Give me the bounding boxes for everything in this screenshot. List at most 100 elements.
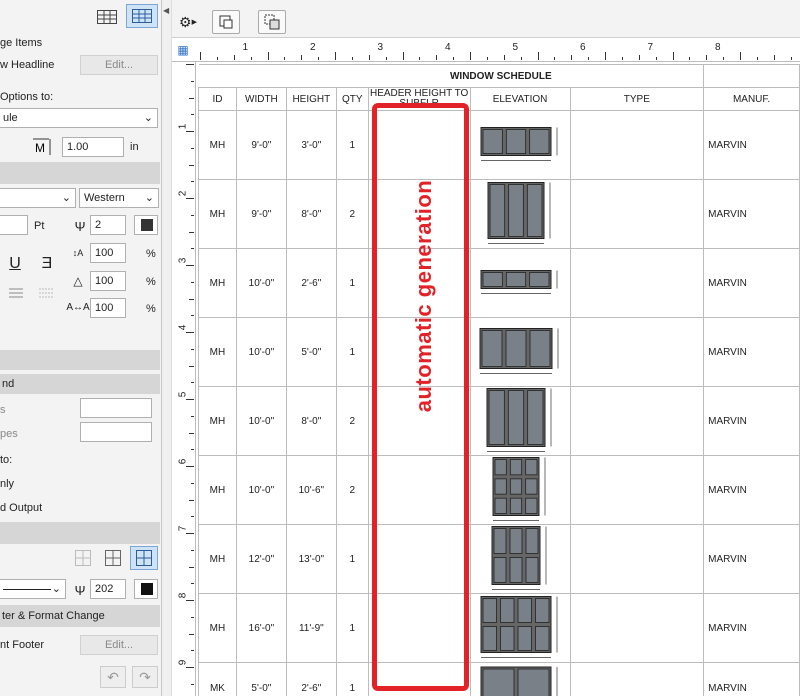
table-view-icon[interactable] [126, 4, 158, 28]
table-row[interactable]: MH 16'-0" 11'-9" 1- MARVIN [198, 593, 800, 663]
col-header-width[interactable]: WIDTH [235, 87, 287, 111]
pct-unit-1: % [146, 248, 156, 260]
cell-qty: 2 [335, 179, 369, 249]
undo-icon[interactable]: ↶ [100, 666, 126, 688]
headline-label: w Headline [0, 59, 55, 71]
cell-type [569, 110, 705, 180]
ruler-tick [301, 55, 303, 60]
window-elevation-drawing [492, 457, 546, 521]
table-row[interactable]: MH 10'-0" 8'-0" 2- MARVIN [198, 386, 800, 456]
zoom-fit-icon [264, 14, 280, 30]
cell-type [569, 179, 705, 249]
svg-text:M: M [35, 141, 45, 155]
background-section-header[interactable]: nd [0, 374, 160, 394]
ruler-tick [402, 52, 404, 60]
align-justify-icon[interactable] [6, 284, 26, 302]
zoom-fit-button[interactable] [258, 10, 286, 34]
char-width-icon: ↕A [72, 248, 84, 258]
types-label: pes [0, 428, 18, 440]
font-size-input[interactable] [0, 215, 28, 235]
script-dropdown[interactable]: Western ⌄ [79, 188, 159, 208]
footer-edit-button[interactable]: Edit... [80, 635, 158, 655]
cell-manuf: MARVIN [703, 110, 800, 180]
table-row[interactable]: MH 9'-0" 8'-0" 2- MARVIN [198, 179, 800, 249]
cell-elevation [469, 179, 571, 249]
pen-color-swatch[interactable] [134, 215, 158, 235]
only-option[interactable]: nly [0, 477, 14, 491]
cell-type [569, 662, 705, 696]
line-type-dropdown[interactable]: ⌄ [0, 579, 66, 599]
line-color-swatch[interactable] [134, 579, 158, 599]
fit-selection-button[interactable] [212, 10, 240, 34]
col-header-qty[interactable]: QTY [335, 87, 369, 111]
table-row[interactable]: MK 5'-0" 2'-6" 1- MARVIN [198, 662, 800, 696]
table-row[interactable]: MH 9'-0" 3'-0" 1- MARVIN [198, 110, 800, 180]
title-row: WINDOW SCHEDULE [198, 64, 800, 88]
ruler-tick [189, 97, 194, 99]
scale-input[interactable]: 1.00 [62, 137, 124, 157]
cell-id: MH [198, 524, 237, 594]
output-option[interactable]: d Output [0, 501, 42, 515]
border-inner-icon[interactable] [102, 548, 124, 568]
table-row[interactable]: MH 10'-0" 2'-6" 1- MARVIN [198, 248, 800, 318]
headline-edit-button[interactable]: Edit... [80, 55, 158, 75]
col-header-height[interactable]: HEIGHT [285, 87, 337, 111]
border-outer-icon[interactable] [72, 548, 94, 568]
align-distribute-icon[interactable] [36, 284, 56, 302]
window-elevation-drawing [486, 388, 552, 452]
ruler-origin-icon[interactable]: ▦ [174, 41, 192, 59]
font-dropdown[interactable]: ⌄ [0, 188, 76, 208]
settings-gear-icon[interactable]: ⚙ ▶ [174, 12, 202, 32]
footer-label: nt Footer [0, 639, 45, 651]
col-header-id[interactable]: ID [198, 87, 237, 111]
ruler-tick [186, 198, 194, 199]
format-change-header[interactable]: ter & Format Change [0, 605, 160, 627]
cell-height: 3'-0" [285, 110, 337, 180]
line-spacing-input[interactable]: 100 [90, 298, 126, 318]
cell-id: MH [198, 593, 237, 663]
cell-qty: 2 [335, 455, 369, 525]
char-spacing-input[interactable]: 100 [90, 271, 126, 291]
annotation-label: automatic generation [411, 179, 436, 413]
col-header-elevation[interactable]: ELEVATION [469, 87, 571, 111]
lines-section-header[interactable] [0, 522, 160, 544]
cell-height: 13'-0" [285, 524, 337, 594]
schedule-dropdown[interactable]: ule ⌄ [0, 108, 158, 128]
fill-input[interactable] [80, 398, 152, 418]
panel-splitter[interactable]: ◀ [162, 0, 172, 696]
strikethrough-icon[interactable]: Ǝ [38, 254, 56, 274]
cell-qty: 1 [335, 593, 369, 663]
ruler-tick [189, 432, 194, 434]
char-width-input[interactable]: 100 [90, 243, 126, 263]
col-header-manuf[interactable]: MANUF. [703, 87, 800, 111]
table-row[interactable]: MH 12'-0" 13'-0" 1- MARVIN [198, 524, 800, 594]
redo-icon[interactable]: ↷ [132, 666, 158, 688]
line-pen-input[interactable]: 202 [90, 579, 126, 599]
underline-icon[interactable]: U [6, 254, 24, 274]
cell-width: 10'-0" [235, 386, 287, 456]
ruler-number: 3 [377, 42, 384, 53]
cell-qty: 1 [335, 524, 369, 594]
table-row[interactable]: MH 10'-0" 5'-0" 1- MARVIN [198, 317, 800, 387]
ruler-tick [191, 583, 194, 585]
cell-width: 10'-0" [235, 317, 287, 387]
pt-unit: Pt [34, 220, 45, 232]
border-all-icon[interactable] [130, 546, 158, 570]
types-input[interactable] [80, 422, 152, 442]
ruler-tick [267, 52, 269, 60]
blank-section-header[interactable] [0, 350, 160, 370]
table-row[interactable]: MH 10'-0" 10'-6" 2- MARVIN [198, 455, 800, 525]
pen-input[interactable]: 2 [90, 215, 126, 235]
ruler-tick [191, 315, 194, 317]
cell-id: MH [198, 248, 237, 318]
list-view-icon[interactable] [94, 6, 120, 28]
ruler-tick [191, 683, 194, 685]
cell-width: 10'-0" [235, 248, 287, 318]
collapse-arrow-icon[interactable]: ◀ [163, 6, 169, 15]
text-section-header[interactable] [0, 162, 160, 184]
col-header-type[interactable]: TYPE [569, 87, 705, 111]
ruler-tick [740, 52, 741, 60]
cell-width: 9'-0" [235, 110, 287, 180]
cell-height: 8'-0" [285, 179, 337, 249]
ruler-number: 5 [512, 42, 519, 53]
